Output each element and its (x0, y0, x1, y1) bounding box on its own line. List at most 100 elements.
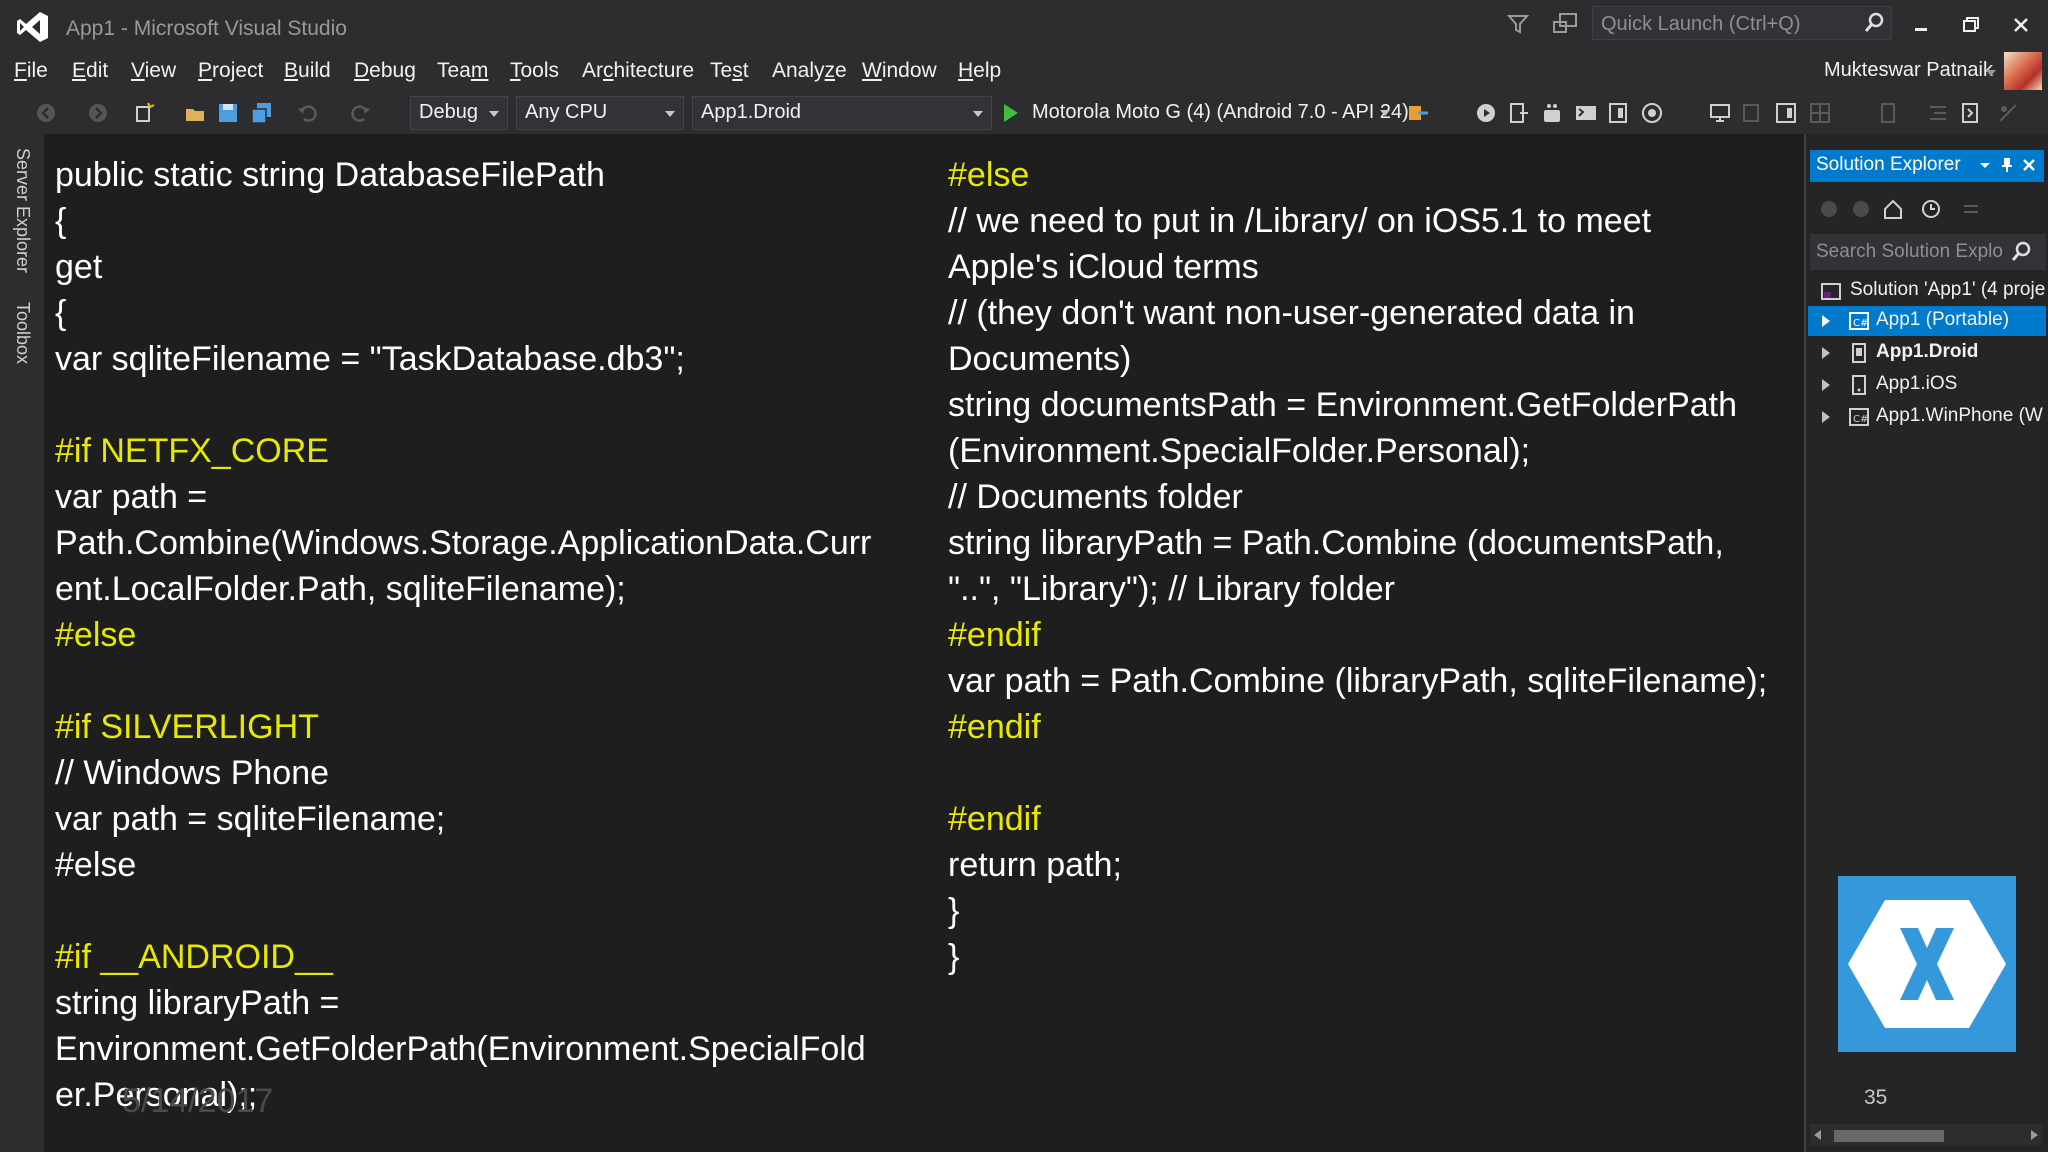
forward-icon[interactable] (1850, 198, 1872, 220)
scrollbar-thumb[interactable] (1834, 1130, 1944, 1142)
server-explorer-tab[interactable]: Server Explorer (12, 148, 33, 273)
code-line[interactable]: } (948, 934, 1767, 980)
undo-icon[interactable] (296, 101, 320, 125)
menu-build[interactable]: Build (284, 59, 331, 83)
code-line[interactable]: return path; (948, 842, 1767, 888)
tree-item-app1-portable[interactable]: C# App1 (Portable) (1808, 306, 2046, 336)
code-line[interactable]: // Documents folder (948, 474, 1767, 520)
menu-analyze[interactable]: Analyze (772, 59, 847, 83)
scroll-right-icon[interactable] (2031, 1130, 2038, 1140)
bookmark-icon[interactable] (1958, 101, 1982, 125)
preprocessor-directive-line[interactable]: #else (948, 152, 1767, 198)
code-line[interactable]: "..", "Library"); // Library folder (948, 566, 1767, 612)
menu-team[interactable]: Team (437, 59, 488, 83)
remote-settings-icon[interactable] (1640, 101, 1664, 125)
code-line[interactable]: ent.LocalFolder.Path, sqliteFilename); (55, 566, 871, 612)
code-line[interactable]: // Windows Phone (55, 750, 871, 796)
redo-icon[interactable] (348, 101, 372, 125)
comment-icon[interactable] (1996, 101, 2020, 125)
navigate-back-icon[interactable] (34, 101, 58, 125)
code-line[interactable]: var path = sqliteFilename; (55, 796, 871, 842)
notifications-filter-icon[interactable] (1506, 12, 1530, 36)
code-line[interactable]: var path = (55, 474, 871, 520)
preprocessor-directive-line[interactable]: #endif (948, 796, 1767, 842)
expand-arrow-icon[interactable] (1822, 411, 1830, 423)
user-menu-chevron-icon[interactable] (1986, 70, 1996, 76)
startup-project-dropdown[interactable]: App1.Droid (692, 96, 992, 130)
code-line[interactable]: var sqliteFilename = "TaskDatabase.db3"; (55, 336, 871, 382)
preprocessor-directive-line[interactable]: #endif (948, 612, 1767, 658)
document-icon[interactable] (1876, 101, 1900, 125)
history-icon[interactable] (1920, 198, 1942, 220)
close-panel-icon[interactable] (2020, 156, 2038, 174)
code-line[interactable]: Documents) (948, 336, 1767, 382)
android-device-icon[interactable] (1474, 101, 1498, 125)
menu-architecture[interactable]: Architecture (582, 59, 694, 83)
code-line[interactable]: string documentsPath = Environment.GetFo… (948, 382, 1767, 428)
code-line[interactable]: Apple's iCloud terms (948, 244, 1767, 290)
monitor-icon[interactable] (1708, 101, 1732, 125)
code-editor[interactable]: public static string DatabaseFilePath{ge… (44, 134, 1804, 1152)
tree-item-app1-droid[interactable]: App1.Droid (1808, 338, 2046, 368)
tree-item-app1-ios[interactable]: App1.iOS (1808, 370, 2046, 400)
menu-window[interactable]: Window (862, 59, 937, 83)
device-layout-icon[interactable] (1606, 101, 1630, 125)
layout-panel-icon[interactable] (1774, 101, 1798, 125)
avatar[interactable] (2004, 52, 2042, 90)
search-icon[interactable] (2010, 241, 2032, 263)
chevron-down-icon[interactable] (1380, 110, 1390, 116)
code-line[interactable]: string libraryPath = (55, 980, 871, 1026)
code-line[interactable]: get (55, 244, 871, 290)
code-line[interactable]: // (they don't want non-user-generated d… (948, 290, 1767, 336)
toolbox-tab[interactable]: Toolbox (12, 302, 33, 364)
menu-file[interactable]: File (14, 59, 48, 83)
minimize-icon[interactable] (1906, 10, 1936, 40)
attach-icon[interactable] (1406, 101, 1430, 125)
menu-test[interactable]: Test (710, 59, 749, 83)
menu-help[interactable]: Help (958, 59, 1001, 83)
code-line[interactable]: { (55, 290, 871, 336)
code-line[interactable]: Path.Combine(Windows.Storage.Application… (55, 520, 871, 566)
close-icon[interactable] (2006, 10, 2036, 40)
android-sdk-manager-icon[interactable] (1540, 101, 1564, 125)
menu-edit[interactable]: Edit (72, 59, 108, 83)
back-icon[interactable] (1818, 198, 1840, 220)
preprocessor-directive-line[interactable]: #if __ANDROID__ (55, 934, 871, 980)
open-file-icon[interactable] (184, 101, 208, 125)
home-icon[interactable] (1882, 198, 1904, 220)
split-view-icon[interactable] (1740, 101, 1764, 125)
solution-explorer-header[interactable]: Solution Explorer (1810, 150, 2044, 182)
preprocessor-directive-line[interactable]: #else (55, 612, 871, 658)
expand-arrow-icon[interactable] (1822, 315, 1830, 327)
feedback-icon[interactable] (1552, 12, 1578, 36)
menu-view[interactable]: View (131, 59, 176, 83)
navigate-forward-icon[interactable] (86, 101, 110, 125)
solution-search-box[interactable] (1810, 234, 2046, 270)
code-line[interactable]: (Environment.SpecialFolder.Personal); (948, 428, 1767, 474)
signed-in-user[interactable]: Mukteswar Patnaik (1824, 59, 1993, 82)
preprocessor-directive-line[interactable]: #if SILVERLIGHT (55, 704, 871, 750)
pin-icon[interactable] (1998, 156, 2016, 174)
code-line[interactable] (55, 658, 871, 704)
indent-icon[interactable] (1926, 101, 1950, 125)
scroll-left-icon[interactable] (1814, 1130, 1821, 1140)
solution-platform-dropdown[interactable]: Any CPU (516, 96, 684, 130)
grid-icon[interactable] (1808, 101, 1832, 125)
code-line[interactable]: // we need to put in /Library/ on iOS5.1… (948, 198, 1767, 244)
code-line[interactable]: #else (55, 842, 871, 888)
expand-arrow-icon[interactable] (1822, 347, 1830, 359)
save-icon[interactable] (216, 101, 240, 125)
code-line[interactable] (948, 750, 1767, 796)
preprocessor-directive-line[interactable]: #endif (948, 704, 1767, 750)
code-line[interactable]: public static string DatabaseFilePath (55, 152, 871, 198)
quick-launch-box[interactable] (1592, 6, 1892, 41)
code-line[interactable]: string libraryPath = Path.Combine (docum… (948, 520, 1767, 566)
menu-project[interactable]: Project (198, 59, 263, 83)
code-line[interactable]: { (55, 198, 871, 244)
code-line[interactable]: } (948, 888, 1767, 934)
sync-icon[interactable] (1960, 198, 1982, 220)
code-line[interactable] (55, 382, 871, 428)
new-project-icon[interactable] (132, 101, 156, 125)
solution-configuration-dropdown[interactable]: Debug (410, 96, 508, 130)
menu-tools[interactable]: Tools (510, 59, 559, 83)
